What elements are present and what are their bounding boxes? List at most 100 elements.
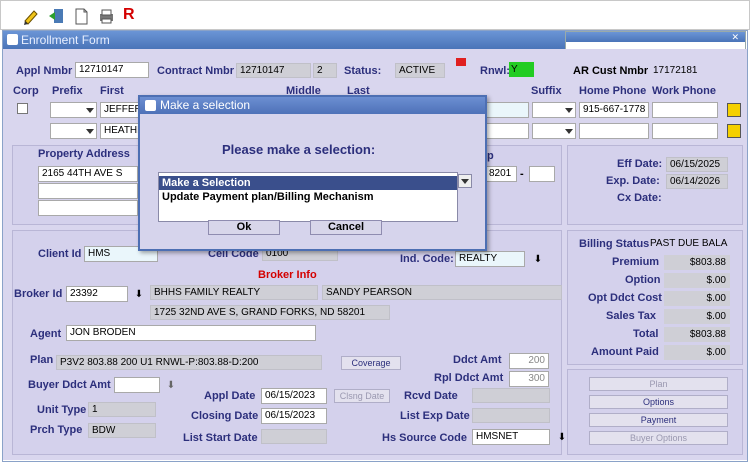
status-label: Status: — [344, 65, 382, 77]
buyer-ddct-field[interactable] — [114, 377, 160, 393]
r-button[interactable]: R — [123, 6, 135, 24]
listbox-dropdown-button[interactable] — [458, 174, 472, 188]
rpl-ddct-field[interactable]: 300 — [509, 371, 549, 387]
chevron-down-icon — [461, 179, 469, 184]
download-arrow-icon[interactable]: ⬇ — [132, 287, 146, 301]
eff-date-field: 06/15/2025 — [666, 157, 728, 172]
closing-date-field[interactable]: 06/15/2023 — [261, 408, 327, 424]
appl-date-label: Appl Date — [204, 390, 256, 402]
plan-label: Plan — [30, 354, 54, 366]
pencil-icon[interactable] — [21, 6, 41, 26]
printer-icon[interactable] — [96, 6, 116, 26]
contract-nmbr-label: Contract Nmbr — [157, 65, 235, 77]
sales-tax-value: $.00 — [664, 309, 730, 324]
dialog-titlebar: Make a selection — [140, 97, 485, 114]
buyer-options-button[interactable]: Buyer Options — [589, 431, 728, 445]
plan-button[interactable]: Plan — [589, 377, 728, 391]
chevron-down-icon — [565, 108, 573, 113]
window-titlebar: Enrollment Form — [3, 31, 565, 49]
property-address-line2[interactable] — [38, 183, 138, 199]
list-start-field — [261, 429, 327, 444]
payment-button[interactable]: Payment — [589, 413, 728, 427]
work-phone-field-1[interactable] — [652, 102, 718, 118]
suffix-dropdown-2[interactable] — [532, 123, 576, 139]
ar-cust-value: 17172181 — [653, 65, 698, 76]
home-phone-field-2[interactable] — [579, 123, 649, 139]
premium-label: Premium — [612, 256, 660, 268]
buyer-ddct-label: Buyer Ddct Amt — [28, 379, 111, 391]
selection-listbox[interactable]: Make a Selection Update Payment plan/Bil… — [158, 172, 458, 222]
phone-lookup-icon[interactable] — [727, 124, 741, 138]
cx-date-label: Cx Date: — [617, 192, 662, 204]
clsng-date-button[interactable]: Clsng Date — [334, 389, 390, 403]
prch-type-field: BDW — [88, 423, 156, 438]
appl-nmbr-label: Appl Nmbr — [16, 65, 73, 77]
ind-code-field[interactable]: REALTY — [455, 251, 525, 267]
option-value: $.00 — [664, 273, 730, 288]
appl-date-field[interactable]: 06/15/2023 — [261, 388, 327, 404]
selection-dialog: Make a selection Please make a selection… — [138, 95, 487, 251]
zip-label-tail: p — [487, 150, 494, 162]
work-phone-label: Work Phone — [652, 85, 716, 97]
contract-nmbr-field: 12710147 — [236, 63, 311, 78]
home-phone-field-1[interactable]: 915-667-1778 — [579, 102, 649, 118]
work-phone-field-2[interactable] — [652, 123, 718, 139]
suffix-label: Suffix — [531, 85, 562, 97]
list-option-selected[interactable]: Make a Selection — [159, 176, 457, 190]
property-address-label: Property Address — [38, 148, 130, 160]
prefix-label: Prefix — [52, 85, 83, 97]
new-document-icon[interactable] — [71, 6, 91, 26]
eff-date-label: Eff Date: — [617, 158, 663, 170]
last-name-field-1[interactable] — [485, 102, 529, 118]
cancel-button[interactable]: Cancel — [310, 220, 382, 235]
dialog-prompt: Please make a selection: — [222, 142, 376, 157]
ar-cust-label: AR Cust Nmbr — [573, 65, 649, 77]
coverage-button[interactable]: Coverage — [341, 356, 401, 370]
list-exp-field — [472, 408, 550, 423]
phone-lookup-icon[interactable] — [727, 103, 741, 117]
corp-checkbox[interactable] — [17, 103, 28, 114]
rnwl-label: Rnwl: — [480, 65, 510, 77]
broker-info-title: Broker Info — [258, 269, 317, 281]
close-icon[interactable]: ✕ — [731, 33, 739, 42]
prefix-dropdown-2[interactable] — [50, 123, 97, 139]
first-label: First — [100, 85, 124, 97]
sales-tax-label: Sales Tax — [606, 310, 656, 322]
agent-field[interactable]: JON BRODEN — [66, 325, 316, 341]
zip-field[interactable]: 8201 — [485, 166, 517, 182]
exp-date-field: 06/14/2026 — [666, 174, 728, 189]
property-address-line1[interactable]: 2165 44TH AVE S — [38, 166, 138, 182]
app-icon — [7, 34, 18, 45]
option-label: Option — [625, 274, 661, 286]
first-name-field-1[interactable]: JEFFERY — [100, 102, 140, 118]
download-arrow-icon[interactable]: ⬇ — [531, 252, 545, 266]
appl-nmbr-field[interactable]: 12710147 — [75, 62, 149, 78]
prch-type-label: Prch Type — [30, 424, 83, 436]
amount-paid-value: $.00 — [664, 345, 730, 360]
last-name-field-2[interactable] — [485, 123, 529, 139]
broker-id-field[interactable]: 23392 — [66, 286, 128, 302]
rcvd-date-label: Rcvd Date — [404, 390, 458, 402]
options-button[interactable]: Options — [589, 395, 728, 409]
suffix-dropdown-1[interactable] — [532, 102, 576, 118]
ddct-amt-field[interactable]: 200 — [509, 353, 549, 369]
rnwl-field: Y — [509, 62, 534, 77]
unit-type-field: 1 — [88, 402, 156, 417]
zip-ext-field[interactable] — [529, 166, 555, 182]
total-label: Total — [633, 328, 659, 340]
hs-source-field[interactable]: HMSNET — [472, 429, 550, 445]
toolbar: R — [0, 0, 750, 30]
first-name-field-2[interactable]: HEATHE — [100, 123, 140, 139]
download-arrow-icon[interactable]: ⬇ — [164, 378, 178, 392]
list-exp-label: List Exp Date — [400, 410, 470, 422]
ok-button[interactable]: Ok — [208, 220, 280, 235]
exit-door-icon[interactable] — [46, 6, 66, 26]
contract-seq-field: 2 — [313, 63, 337, 78]
broker-address-field: 1725 32ND AVE S, GRAND FORKS, ND 58201 — [150, 305, 390, 320]
property-address-line3[interactable] — [38, 200, 138, 216]
prefix-dropdown-1[interactable] — [50, 102, 97, 118]
list-option[interactable]: Update Payment plan/Billing Mechanism — [159, 190, 457, 204]
closing-date-label: Closing Date — [191, 410, 259, 422]
window-title: Enrollment Form — [21, 33, 110, 47]
ind-code-label: Ind. Code: — [400, 253, 454, 265]
